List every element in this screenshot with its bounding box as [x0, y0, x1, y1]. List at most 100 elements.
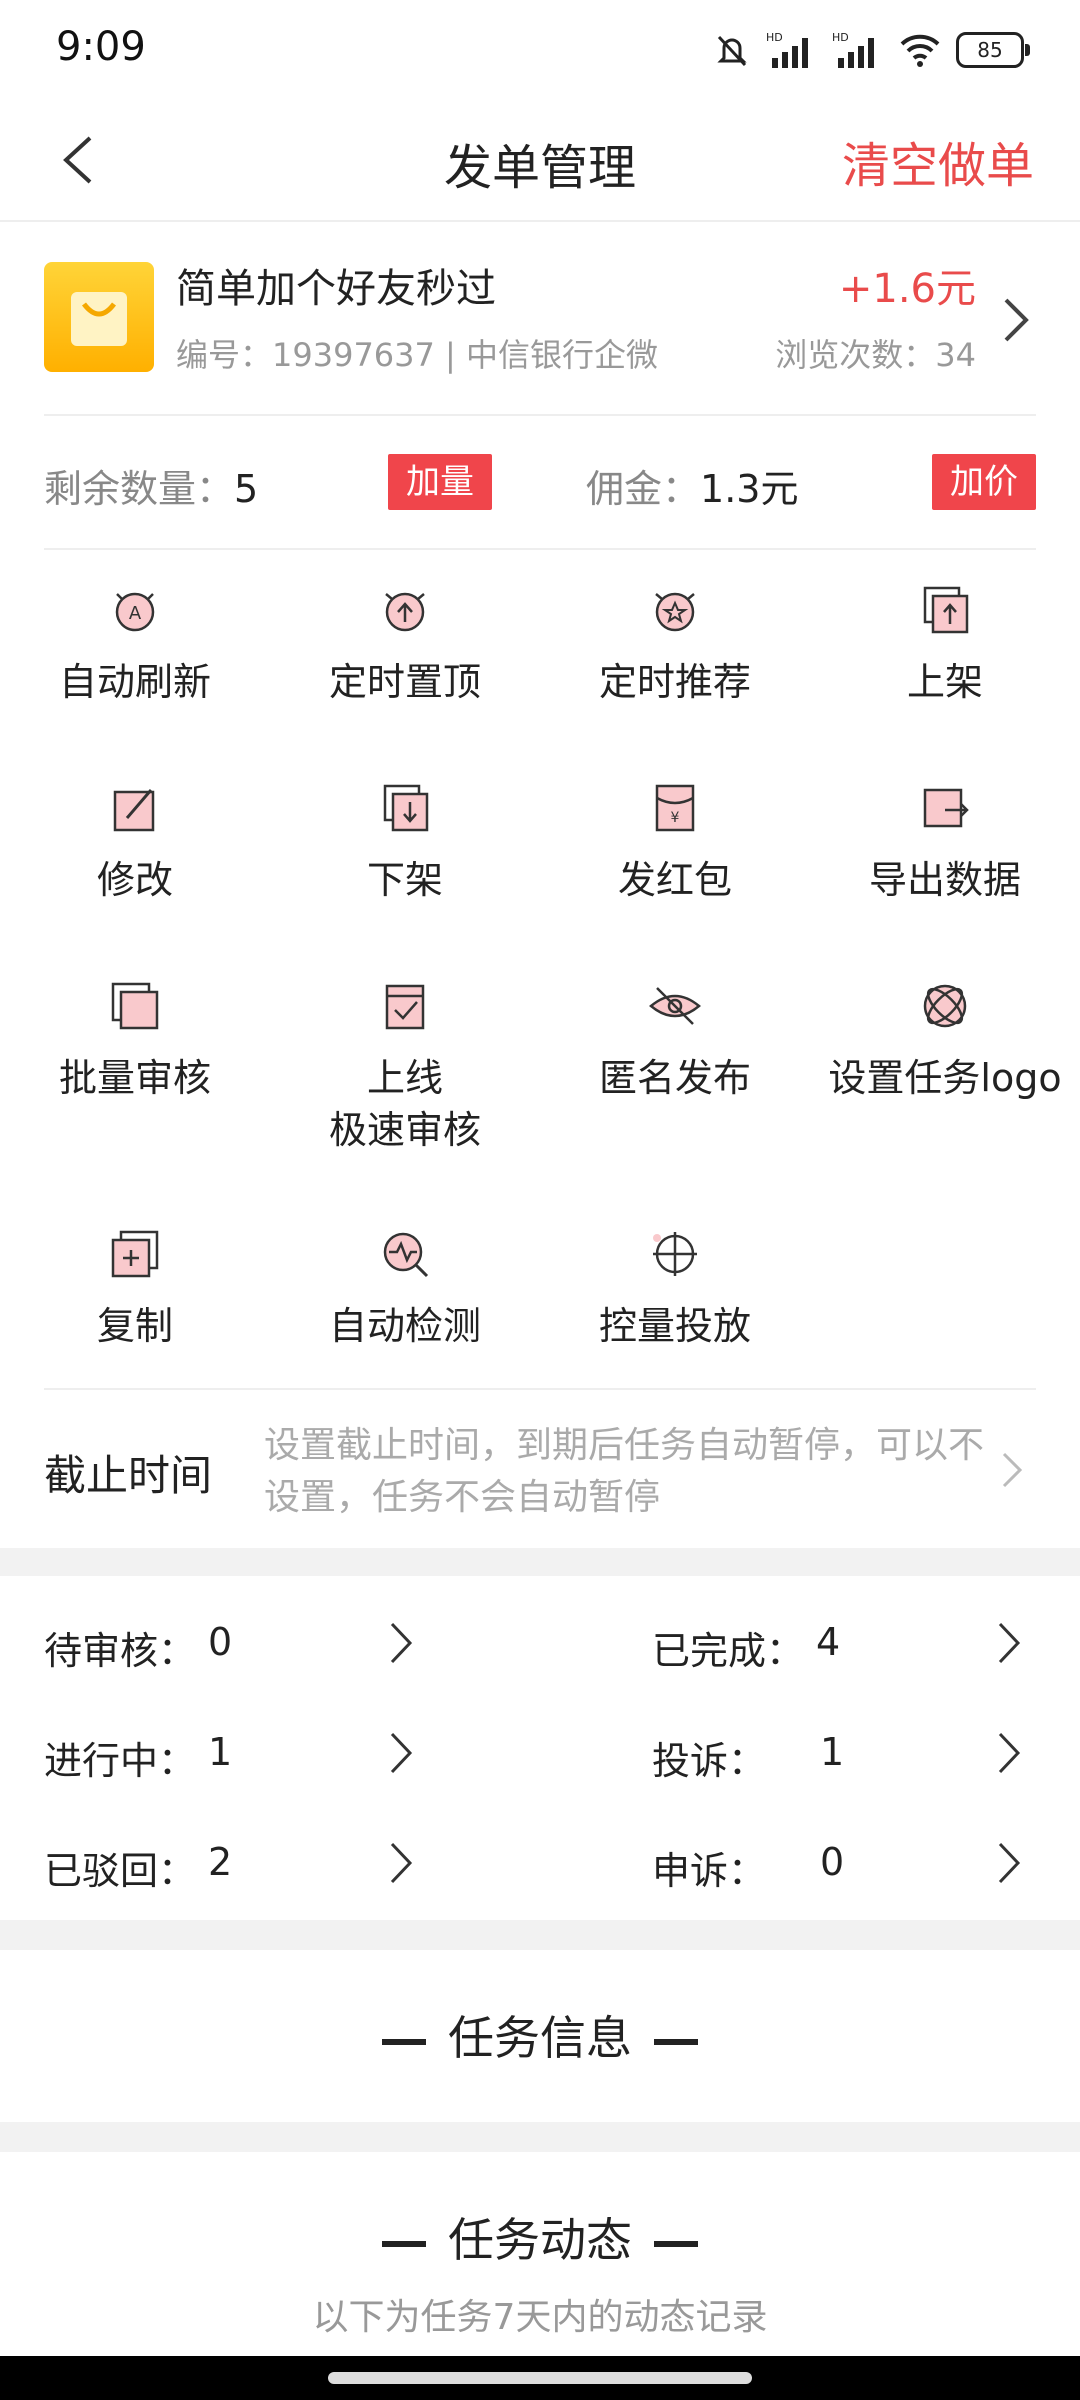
stat-rejected[interactable]: 已驳回： 2	[44, 1834, 424, 1894]
grid-item-timer-top[interactable]: 定时置顶	[270, 582, 540, 708]
grid-label-line1: 上线	[366, 1056, 443, 1100]
stat-complaint[interactable]: 投诉： 1	[652, 1724, 1036, 1784]
export-icon	[923, 788, 969, 828]
grid-item-anonymous[interactable]: 匿名发布	[540, 978, 810, 1104]
chevron-right-icon[interactable]	[386, 1618, 416, 1668]
chevron-right-icon[interactable]	[998, 1448, 1026, 1492]
stat-label: 已完成：	[652, 1629, 805, 1673]
stat-in-progress[interactable]: 进行中： 1	[44, 1724, 424, 1784]
chevron-right-icon[interactable]	[994, 1728, 1024, 1778]
quantity-row: 剩余数量：5 加量 佣金：1.3元 加价	[44, 416, 1036, 550]
home-bar[interactable]	[328, 2372, 752, 2384]
task-meta: 编号：19397637 | 中信银行企微	[176, 336, 659, 374]
stat-value: 2	[208, 1840, 233, 1884]
chevron-right-icon[interactable]	[386, 1838, 416, 1888]
stat-label: 申诉：	[652, 1849, 767, 1893]
grid-item-export[interactable]: 导出数据	[810, 780, 1080, 906]
grid-item-fast-review[interactable]: 上线 极速审核	[270, 978, 540, 1156]
task-info-section: 任务信息	[0, 1950, 1080, 2122]
add-price-button[interactable]: 加价	[932, 454, 1036, 510]
deadline-hint: 设置截止时间，到期后任务自动暂停，可以不设置，任务不会自动暂停	[264, 1425, 985, 1518]
task-name: 简单加个好友秒过	[176, 266, 496, 312]
signal-icon-2: HD	[832, 31, 874, 68]
unshelve-icon	[383, 784, 429, 832]
grid-label: 控量投放	[598, 1304, 751, 1348]
divider	[0, 2122, 1080, 2152]
grid-label: 自动刷新	[58, 660, 211, 704]
task-dynamic-section: 任务动态 以下为任务7天内的动态记录	[0, 2152, 1080, 2356]
auto-refresh-icon: A	[115, 592, 155, 632]
battery-icon: 85	[956, 32, 1030, 68]
page: 9:09 HD HD 85 发单管理 清空做单 简单加个好友秒过 编号：1939…	[0, 0, 1080, 2400]
section-title-info: 任务信息	[0, 2002, 1080, 2068]
grid-label: 下架	[366, 858, 443, 902]
stat-value: 0	[208, 1620, 233, 1664]
timer-recommend-icon	[655, 592, 695, 632]
stat-completed[interactable]: 已完成： 4	[652, 1614, 1036, 1674]
grid-label: 上架	[906, 660, 983, 704]
svg-text:¥: ¥	[671, 810, 680, 826]
stat-pending[interactable]: 待审核： 0	[44, 1614, 424, 1674]
grid-item-controlled-delivery[interactable]: 控量投放	[540, 1226, 810, 1352]
copy-icon	[111, 1230, 159, 1278]
stat-value: 4	[816, 1620, 841, 1664]
target-icon	[653, 1232, 697, 1276]
chevron-right-icon[interactable]	[386, 1728, 416, 1778]
grid-label: 自动检测	[328, 1304, 481, 1348]
remaining-value: 5	[234, 467, 259, 511]
timer-top-icon	[385, 592, 425, 632]
home-indicator	[0, 2356, 1080, 2400]
grid-item-task-logo[interactable]: 设置任务logo	[810, 978, 1080, 1104]
grid-item-red-packet[interactable]: ¥ 发红包	[540, 780, 810, 906]
grid-item-shelve[interactable]: 上架	[810, 582, 1080, 708]
title-dash	[382, 2038, 426, 2045]
commission: 佣金：1.3元	[586, 458, 798, 513]
chevron-right-icon[interactable]	[994, 1838, 1024, 1888]
fast-review-icon	[385, 984, 425, 1030]
commission-value: 1.3元	[700, 467, 799, 511]
task-reward: +1.6元	[838, 266, 976, 312]
shelve-icon	[923, 586, 969, 634]
grid-item-timer-recommend[interactable]: 定时推荐	[540, 582, 810, 708]
grid-item-unshelve[interactable]: 下架	[270, 780, 540, 906]
grid-label: 匿名发布	[598, 1056, 751, 1100]
chevron-right-icon[interactable]	[996, 292, 1036, 348]
add-quantity-button[interactable]: 加量	[388, 454, 492, 510]
svg-text:HD: HD	[832, 31, 849, 44]
grid-item-copy[interactable]: 复制	[0, 1226, 270, 1352]
grid-item-batch-review[interactable]: 批量审核	[0, 978, 270, 1104]
stat-value: 1	[820, 1730, 845, 1774]
grid-label: 发红包	[617, 858, 732, 902]
title-dash	[382, 2240, 426, 2247]
app-header: 发单管理 清空做单	[0, 100, 1080, 222]
grid-item-edit[interactable]: 修改	[0, 780, 270, 906]
signal-icon: HD	[766, 31, 808, 68]
clear-orders-button[interactable]: 清空做单	[842, 126, 1034, 196]
task-logo	[44, 262, 154, 372]
svg-text:HD: HD	[766, 31, 783, 44]
grid-label: 批量审核	[58, 1056, 211, 1100]
deadline-row[interactable]: 截止时间 设置截止时间，到期后任务自动暂停，可以不设置，任务不会自动暂停	[44, 1388, 1036, 1550]
grid-item-auto-refresh[interactable]: A 自动刷新	[0, 582, 270, 708]
section-title-dynamic: 任务动态	[0, 2204, 1080, 2270]
stat-value: 0	[820, 1840, 845, 1884]
remaining-quantity: 剩余数量：5	[44, 458, 258, 513]
grid-item-auto-detect[interactable]: 自动检测	[270, 1226, 540, 1352]
logo-icon	[923, 984, 967, 1028]
grid-label: 复制	[96, 1304, 173, 1348]
anonymous-icon	[649, 987, 701, 1025]
title-dash	[654, 2038, 698, 2045]
task-card[interactable]: 简单加个好友秒过 编号：19397637 | 中信银行企微 +1.6元 浏览次数…	[44, 222, 1036, 416]
shopping-bag-icon	[71, 292, 127, 346]
batch-review-icon	[111, 982, 159, 1030]
deadline-label: 截止时间	[44, 1451, 213, 1500]
chevron-right-icon[interactable]	[994, 1618, 1024, 1668]
stat-label: 已驳回：	[44, 1849, 197, 1893]
stat-label: 待审核：	[44, 1629, 197, 1673]
stat-appeal[interactable]: 申诉： 0	[652, 1834, 1036, 1894]
section-subtitle: 以下为任务7天内的动态记录	[312, 2297, 768, 2338]
status-icons: HD HD 85	[712, 28, 1030, 72]
stat-value: 1	[208, 1730, 233, 1774]
commission-label: 佣金：	[586, 467, 701, 511]
red-packet-icon: ¥	[655, 784, 695, 832]
